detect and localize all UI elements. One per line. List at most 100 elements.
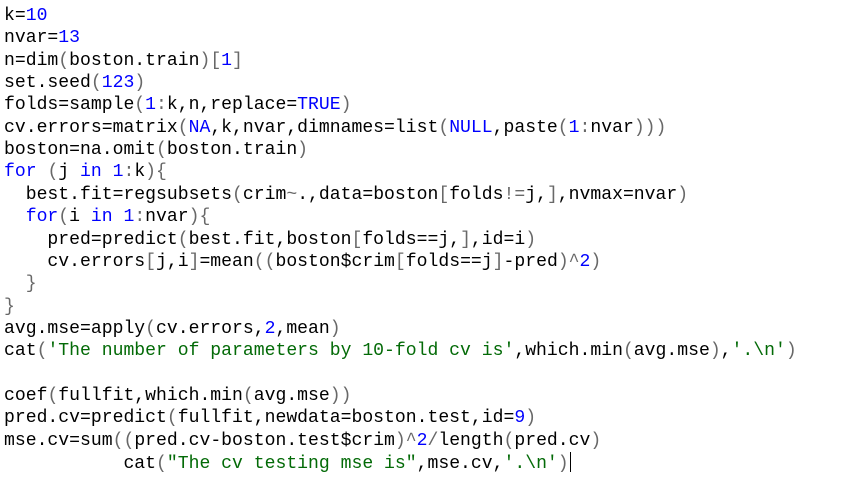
code-token-default: pred.cv=predict — [4, 408, 167, 429]
code-token-paren: ( — [156, 454, 167, 474]
code-token-number: 123 — [101, 73, 135, 94]
code-token-default — [4, 207, 26, 227]
code-token-default: j — [58, 162, 81, 183]
code-token-paren: ( — [242, 385, 254, 406]
code-token-keyword: NULL — [449, 117, 493, 138]
code-token-paren: ( — [90, 73, 102, 94]
code-token-number: 2 — [264, 318, 276, 339]
code-token-default: avg.mse — [253, 385, 330, 406]
code-token-operator: ~ — [286, 184, 298, 205]
code-token-number: 2 — [416, 430, 428, 451]
code-token-default: ,id=i — [470, 229, 526, 250]
code-token-paren: ( — [58, 207, 70, 228]
code-token-number: 1 — [145, 95, 157, 116]
code-line[interactable]: folds=sample(1:k,n,replace=TRUE) — [4, 94, 351, 116]
code-token-keyword: in — [80, 162, 102, 183]
code-line[interactable]: for (j in 1:k){ — [4, 161, 167, 183]
code-token-paren: [ — [351, 229, 363, 250]
code-token-operator: ^ — [405, 430, 417, 451]
code-token-paren: ( — [557, 117, 569, 138]
code-token-paren: { — [156, 162, 167, 183]
code-line[interactable]: cat("The cv testing mse is",mse.cv,'.\n'… — [4, 452, 571, 474]
code-token-keyword: NA — [188, 117, 211, 138]
code-token-operator: ^ — [568, 251, 580, 272]
code-line[interactable]: cv.errors=matrix(NA,k,nvar,dimnames=list… — [4, 117, 666, 139]
code-token-keyword: for — [4, 162, 37, 183]
code-line[interactable]: for(i in 1:nvar){ — [4, 206, 211, 228]
code-token-paren: ) — [525, 229, 537, 250]
code-token-operator: / — [427, 430, 439, 451]
code-token-default: nvar= — [4, 28, 59, 49]
code-token-default: boston.train — [166, 140, 298, 161]
code-token-paren: ))) — [633, 117, 667, 138]
code-token-operator: : — [156, 95, 167, 116]
code-token-paren: ( — [503, 430, 515, 451]
code-line[interactable]: set.seed(123) — [4, 72, 145, 94]
code-token-number: 1 — [568, 117, 580, 138]
code-token-default: boston=na.omit — [4, 140, 157, 161]
code-token-number: 2 — [579, 251, 591, 272]
code-token-default: k= — [4, 6, 26, 26]
code-token-default: folds==j, — [362, 229, 461, 250]
code-token-paren: ( — [622, 341, 634, 362]
code-token-paren: ) — [557, 454, 569, 474]
code-line[interactable]: } — [4, 296, 15, 318]
code-token-default: j,i — [156, 251, 189, 272]
code-line[interactable]: cv.errors[j,i]=mean((boston$crim[folds==… — [4, 251, 601, 273]
code-token-default: k,n,replace= — [166, 95, 298, 116]
code-token-default: .,data=boston — [297, 184, 439, 205]
code-token-paren: ( — [156, 140, 167, 161]
code-line[interactable]: k=10 — [4, 5, 47, 27]
code-token-default: -pred — [503, 251, 558, 272]
code-token-keyword: in — [90, 207, 113, 228]
code-token-paren: ] — [232, 50, 243, 71]
code-token-default: pred=predict — [4, 229, 178, 250]
code-token-default: i — [69, 207, 91, 228]
code-token-paren: ( — [47, 162, 59, 183]
code-token-number: 13 — [58, 28, 81, 49]
code-token-number: 10 — [25, 6, 48, 26]
code-token-default: cat — [4, 341, 37, 362]
code-line[interactable]: avg.mse=apply(cv.errors,2,mean) — [4, 318, 341, 340]
code-token-default: boston$crim — [275, 251, 395, 272]
code-token-paren: ( — [177, 229, 189, 250]
code-token-paren: (( — [253, 251, 276, 272]
code-token-paren: ) — [557, 251, 569, 272]
code-line[interactable]: pred.cv=predict(fullfit,newdata=boston.t… — [4, 407, 536, 429]
code-token-paren: ( — [145, 318, 157, 339]
code-line[interactable]: cat('The number of parameters by 10-fold… — [4, 340, 797, 362]
code-token-operator: : — [134, 207, 146, 228]
code-line[interactable]: nvar=13 — [4, 27, 80, 49]
code-token-paren: ) — [677, 184, 689, 205]
code-line[interactable]: mse.cv=sum((pred.cv-boston.test$crim)^2/… — [4, 430, 601, 452]
code-token-default: ,nvmax=nvar — [557, 184, 678, 205]
code-token-paren: ( — [232, 184, 243, 205]
code-line[interactable]: boston=na.omit(boston.train) — [4, 139, 308, 161]
code-token-default: folds==j — [405, 251, 493, 272]
code-token-paren: ) — [297, 140, 309, 161]
code-line[interactable]: } — [4, 273, 37, 295]
code-line[interactable]: coef(fullfit,which.min(avg.mse)) — [4, 385, 351, 407]
code-token-default: fullfit,which.min — [58, 385, 243, 406]
code-token-default: cv.errors=matrix — [4, 117, 178, 138]
code-token-paren: [ — [145, 251, 157, 272]
code-token-paren: [ — [438, 184, 450, 205]
code-token-default: mse.cv=sum — [4, 430, 113, 451]
code-token-paren: ( — [177, 117, 189, 138]
code-line[interactable]: best.fit=regsubsets(crim~.,data=boston[f… — [4, 184, 688, 206]
code-token-paren: ) — [340, 95, 352, 116]
code-token-default — [113, 207, 124, 227]
code-token-paren: ] — [460, 229, 471, 250]
code-token-paren: } — [25, 274, 37, 295]
code-token-default: n=dim — [4, 50, 59, 71]
code-line[interactable]: pred=predict(best.fit,boston[folds==j,],… — [4, 229, 536, 251]
code-editor[interactable]: k=10 nvar=13 n=dim(boston.train)[1] set.see… — [0, 0, 841, 501]
code-token-paren: ) — [145, 162, 157, 183]
code-token-default: , — [720, 341, 732, 362]
code-token-paren: [ — [394, 251, 406, 272]
code-token-default: j, — [525, 184, 547, 205]
code-token-number: 1 — [123, 207, 135, 228]
code-token-default: ,k,nvar,dimnames=list — [210, 117, 439, 138]
code-token-default: ,paste — [492, 117, 558, 138]
code-line[interactable]: n=dim(boston.train)[1] — [4, 50, 243, 72]
